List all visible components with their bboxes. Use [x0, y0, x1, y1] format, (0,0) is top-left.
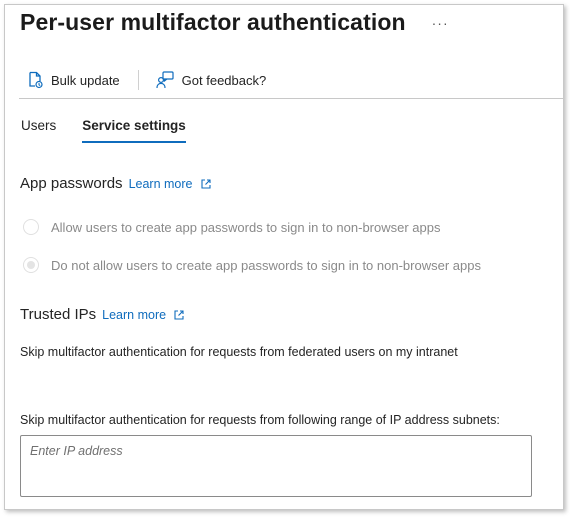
toolbar-separator	[137, 70, 139, 90]
federated-users-text: Skip multifactor authentication for requ…	[20, 345, 458, 359]
app-passwords-title: App passwords	[20, 175, 123, 192]
more-options-icon[interactable]: ···	[432, 15, 449, 31]
toolbar-divider	[19, 98, 563, 99]
trusted-ips-title: Trusted IPs	[20, 306, 97, 323]
deny-app-passwords-radio[interactable]	[23, 257, 39, 273]
tab-service-settings[interactable]: Service settings	[82, 118, 186, 143]
page-title: Per-user multifactor authentication	[20, 9, 406, 35]
ip-address-input[interactable]	[20, 435, 532, 497]
deny-app-passwords-label: Do not allow users to create app passwor…	[51, 257, 481, 273]
app-passwords-learn-more-link[interactable]: Learn more	[129, 177, 211, 191]
trusted-ips-header: Trusted IPs Learn more	[20, 306, 184, 323]
feedback-label: Got feedback?	[181, 72, 267, 88]
external-link-icon	[174, 310, 184, 320]
ip-subnets-label: Skip multifactor authentication for requ…	[20, 413, 500, 427]
header: Per-user multifactor authentication ···	[20, 9, 449, 36]
command-bar: Bulk update Got feedback?	[27, 67, 266, 93]
feedback-person-icon	[156, 71, 174, 89]
allow-app-passwords-option[interactable]: Allow users to create app passwords to s…	[23, 219, 440, 235]
bulk-update-label: Bulk update	[51, 72, 120, 88]
trusted-ips-learn-more-link[interactable]: Learn more	[102, 308, 184, 322]
bulk-update-button[interactable]: Bulk update	[27, 71, 120, 89]
tab-users[interactable]: Users	[21, 118, 56, 143]
tab-list: Users Service settings	[21, 118, 186, 143]
external-link-icon	[200, 179, 211, 189]
app-passwords-header: App passwords Learn more	[20, 175, 211, 192]
feedback-button[interactable]: Got feedback?	[156, 71, 267, 89]
learn-more-label: Learn more	[102, 308, 167, 322]
allow-app-passwords-radio[interactable]	[23, 219, 39, 235]
document-update-icon	[29, 71, 43, 89]
deny-app-passwords-option[interactable]: Do not allow users to create app passwor…	[23, 257, 481, 273]
service-settings-panel: Per-user multifactor authentication ··· …	[4, 4, 564, 510]
learn-more-label: Learn more	[128, 177, 193, 191]
allow-app-passwords-label: Allow users to create app passwords to s…	[51, 219, 441, 235]
